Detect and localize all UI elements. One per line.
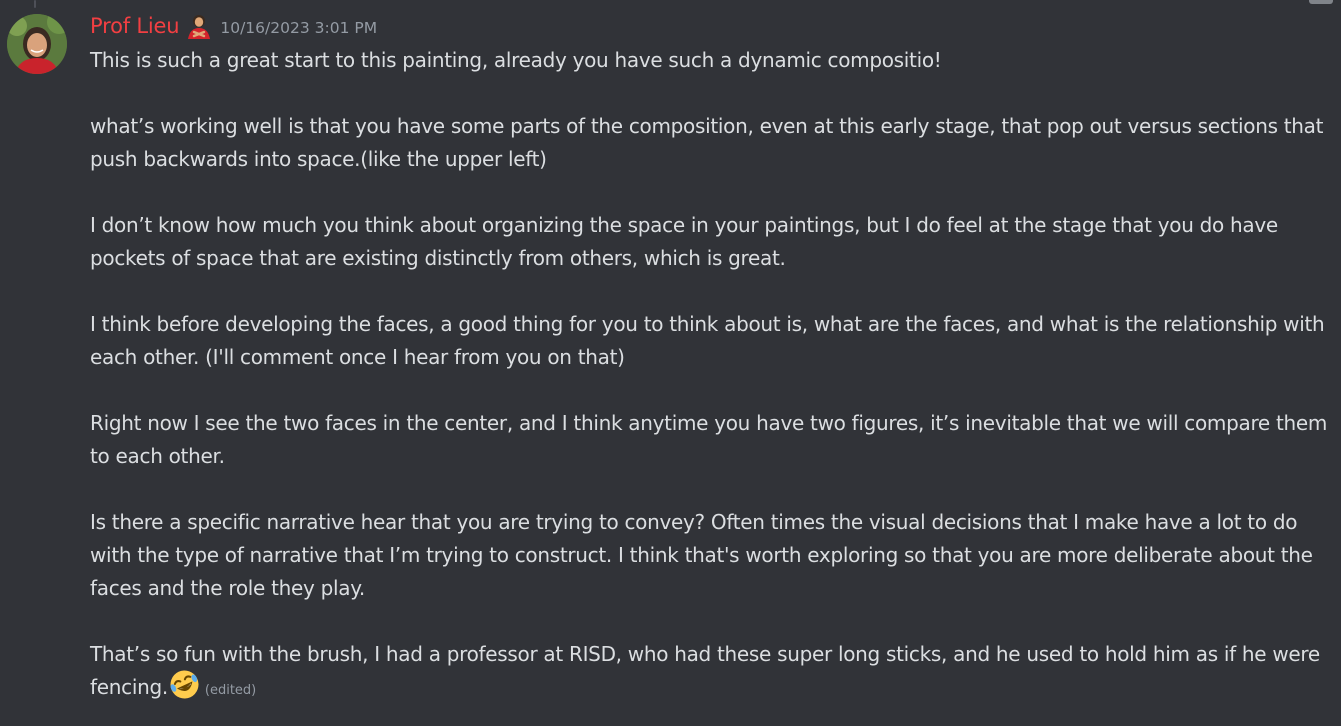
message-paragraph: I don’t know how much you think about or… (90, 213, 1284, 270)
scrollbar-thumb[interactable] (1309, 0, 1333, 4)
message-paragraph: Is there a specific narrative hear that … (90, 510, 1319, 600)
message-paragraph: what’s working well is that you have som… (90, 114, 1330, 171)
message-paragraph: This is such a great start to this paint… (90, 48, 942, 72)
message-header: Prof Lieu 10/16/2023 3:01 PM (90, 11, 377, 41)
rolling-on-floor-laughing-icon[interactable] (168, 668, 201, 701)
avatar[interactable] (7, 14, 67, 74)
message-content: This is such a great start to this paint… (90, 44, 1330, 707)
message-paragraph: I think before developing the faces, a g… (90, 312, 1331, 369)
reply-connector (34, 0, 36, 8)
author-name[interactable]: Prof Lieu (90, 14, 180, 38)
person-emoji-icon (185, 12, 213, 40)
message-timestamp[interactable]: 10/16/2023 3:01 PM (220, 19, 377, 37)
reply-preview[interactable] (90, 0, 690, 3)
chat-message-view: Prof Lieu 10/16/2023 3:01 PM This is suc… (0, 0, 1341, 726)
message-paragraph-text: That’s so fun with the brush, I had a pr… (90, 642, 1326, 699)
avatar-image (7, 14, 67, 74)
message-paragraph: Right now I see the two faces in the cen… (90, 411, 1334, 468)
edited-label: (edited) (204, 683, 257, 698)
message-last-paragraph: That’s so fun with the brush, I had a pr… (90, 638, 1330, 707)
